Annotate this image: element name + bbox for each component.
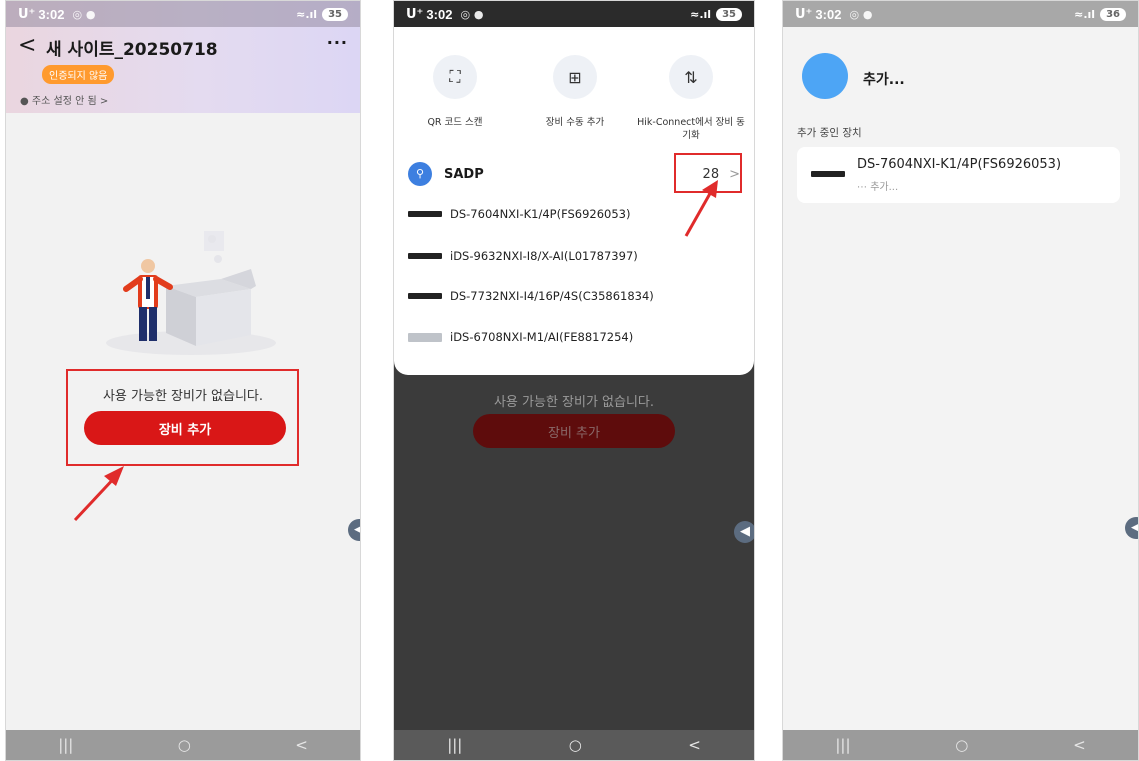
highlight-box [674, 153, 742, 193]
home-icon[interactable]: ○ [569, 736, 582, 754]
adding-title: 추가... [863, 72, 905, 88]
add-device-sheet-screen: U⁺ 3:02 ◎ ● ≈.ıl 35 ⛶ QR 코드 스캔 ⊞ 장비 수동 추… [393, 0, 755, 761]
add-device-button[interactable]: 장비 추가 [473, 414, 675, 448]
battery-icon: 36 [1100, 7, 1126, 21]
section-title: 추가 중인 장치 [797, 127, 862, 139]
clock: 3:02 [426, 6, 453, 22]
empty-state-illustration [106, 231, 276, 355]
back-nav-icon[interactable]: < [688, 736, 701, 754]
qr-scan-icon: ⛶ [433, 55, 477, 99]
nvr-device-icon [408, 332, 442, 342]
sync-option[interactable]: ⇅ Hik-Connect에서 장비 동기화 [636, 55, 746, 143]
nvr-device-icon [408, 293, 442, 299]
add-device-sheet: ⛶ QR 코드 스캔 ⊞ 장비 수동 추가 ⇅ Hik-Connect에서 장비… [394, 27, 754, 375]
device-name: iDS-9632NXI-I8/X-AI(L01787397) [450, 249, 638, 263]
status-bar: U⁺ 3:02 ◎ ● ≈.ıl 35 [6, 1, 360, 27]
address-label: 주소 설정 안 됨 > [31, 96, 109, 107]
adding-device-screen: U⁺ 3:02 ◎ ● ≈.ıl 36 추가... 추가 중인 장치 DS-76… [782, 0, 1139, 761]
carrier-label: U⁺ [795, 6, 813, 22]
qr-scan-option[interactable]: ⛶ QR 코드 스캔 [400, 55, 510, 130]
recent-apps-icon[interactable]: ||| [835, 736, 850, 754]
device-status-label: 추가... [870, 182, 899, 193]
manual-add-icon: ⊞ [553, 55, 597, 99]
list-item[interactable]: DS-7732NXI-I4/16P/4S(C35861834) [408, 286, 740, 306]
clock: 3:02 [815, 6, 842, 22]
location-pin-icon: ● [20, 96, 29, 107]
back-icon[interactable]: < [18, 33, 36, 58]
system-nav-bar: ||| ○ < [783, 730, 1138, 760]
page-title: 새 사이트_20250718 [46, 40, 218, 60]
floating-assist-icon[interactable]: ◀ [734, 521, 754, 543]
notification-icons: ◎ ● [849, 7, 873, 21]
device-name: DS-7604NXI-K1/4P(FS6926053) [857, 157, 1062, 172]
home-icon[interactable]: ○ [955, 736, 968, 754]
manual-add-label: 장비 수동 추가 [545, 117, 605, 128]
sync-icon: ⇅ [669, 55, 713, 99]
system-nav-bar: ||| ○ < [6, 730, 360, 760]
list-item[interactable]: iDS-9632NXI-I8/X-AI(L01787397) [408, 246, 740, 266]
adding-device-card[interactable]: DS-7604NXI-K1/4P(FS6926053) ⋯ 추가... [797, 147, 1120, 203]
more-options-icon[interactable]: ··· [327, 33, 348, 52]
device-name: iDS-6708NXI-M1/AI(FE8817254) [450, 330, 634, 344]
floating-assist-icon[interactable]: ◀ [348, 519, 360, 541]
signal-icon: ≈.ıl [1074, 7, 1096, 21]
clock: 3:02 [38, 6, 65, 22]
site-screen: U⁺ 3:02 ◎ ● ≈.ıl 35 < 새 사이트_20250718 ···… [5, 0, 361, 761]
back-nav-icon[interactable]: < [295, 736, 308, 754]
loading-spinner-icon: ⋯ [857, 182, 867, 193]
carrier-label: U⁺ [18, 6, 36, 22]
home-icon[interactable]: ○ [178, 736, 191, 754]
status-badge[interactable]: 인증되지 않음 [42, 65, 115, 84]
battery-icon: 35 [322, 7, 348, 21]
device-name: DS-7732NXI-I4/16P/4S(C35861834) [450, 289, 654, 303]
sadp-icon: ⚲ [408, 162, 432, 186]
recent-apps-icon[interactable]: ||| [58, 736, 73, 754]
battery-icon: 35 [716, 7, 742, 21]
back-nav-icon[interactable]: < [1073, 736, 1086, 754]
nvr-device-icon [408, 253, 442, 259]
progress-avatar [802, 53, 848, 99]
address-link[interactable]: ● 주소 설정 안 됨 > [20, 92, 108, 107]
status-bar: U⁺ 3:02 ◎ ● ≈.ıl 35 [394, 1, 754, 27]
list-item[interactable]: iDS-6708NXI-M1/AI(FE8817254) [408, 327, 740, 347]
nvr-device-icon [811, 171, 845, 177]
qr-scan-label: QR 코드 스캔 [427, 117, 483, 128]
notification-icons: ◎ ● [460, 7, 484, 21]
list-item[interactable]: DS-7604NXI-K1/4P(FS6926053) [408, 204, 740, 224]
system-nav-bar: ||| ○ < [394, 730, 754, 760]
sadp-label: SADP [444, 166, 484, 182]
sync-label: Hik-Connect에서 장비 동기화 [637, 117, 745, 141]
device-name: DS-7604NXI-K1/4P(FS6926053) [450, 207, 631, 221]
device-status: ⋯ 추가... [857, 178, 898, 193]
signal-icon: ≈.ıl [690, 7, 712, 21]
status-bar: U⁺ 3:02 ◎ ● ≈.ıl 36 [783, 1, 1138, 27]
floating-assist-icon[interactable]: ◀ [1125, 517, 1138, 539]
manual-add-option[interactable]: ⊞ 장비 수동 추가 [520, 55, 630, 130]
signal-icon: ≈.ıl [296, 7, 318, 21]
carrier-label: U⁺ [406, 6, 424, 22]
recent-apps-icon[interactable]: ||| [447, 736, 462, 754]
empty-message: 사용 가능한 장비가 없습니다. [493, 395, 655, 410]
nvr-device-icon [408, 211, 442, 217]
notification-icons: ◎ ● [72, 7, 96, 21]
highlight-box [66, 369, 299, 466]
